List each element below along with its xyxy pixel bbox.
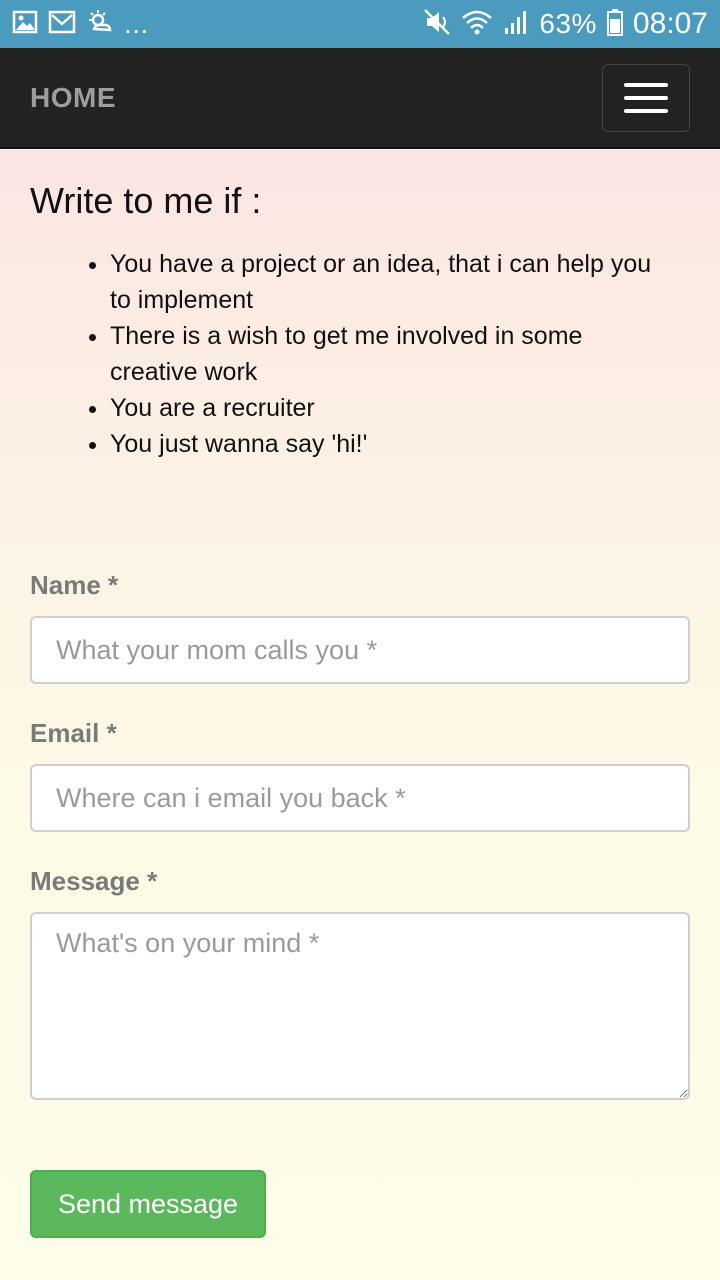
message-field[interactable] bbox=[30, 912, 690, 1100]
contact-section: Write to me if : You have a project or a… bbox=[0, 150, 720, 1280]
image-icon bbox=[12, 9, 38, 40]
more-notifications-indicator: ... bbox=[124, 8, 149, 39]
status-bar: ... 63% 08:07 bbox=[0, 0, 720, 48]
status-left: ... bbox=[12, 8, 149, 40]
list-item: There is a wish to get me involved in so… bbox=[110, 318, 670, 390]
home-link[interactable]: HOME bbox=[30, 82, 116, 114]
email-label: Email * bbox=[30, 718, 117, 748]
send-message-button[interactable]: Send message bbox=[30, 1170, 266, 1238]
hamburger-menu-icon-bar bbox=[624, 109, 668, 113]
page-title: Write to me if : bbox=[30, 180, 262, 221]
mute-icon bbox=[423, 8, 451, 41]
battery-icon bbox=[606, 8, 623, 41]
signal-icon bbox=[503, 8, 529, 41]
weather-icon bbox=[86, 9, 114, 40]
battery-percent: 63% bbox=[539, 8, 597, 39]
email-field[interactable] bbox=[30, 764, 690, 832]
mail-icon bbox=[48, 9, 76, 40]
reasons-list: You have a project or an idea, that i ca… bbox=[30, 246, 670, 462]
message-label: Message * bbox=[30, 866, 158, 896]
list-item: You have a project or an idea, that i ca… bbox=[110, 246, 670, 318]
name-label: Name * bbox=[30, 570, 119, 600]
status-right: 63% 08:07 bbox=[423, 7, 708, 41]
wifi-icon bbox=[461, 8, 493, 41]
name-field[interactable] bbox=[30, 616, 690, 684]
list-item: You are a recruiter bbox=[110, 390, 670, 426]
navbar: HOME bbox=[0, 48, 720, 149]
status-time: 08:07 bbox=[632, 7, 708, 40]
hamburger-menu-icon-bar bbox=[624, 83, 668, 87]
list-item: You just wanna say 'hi!' bbox=[110, 426, 670, 462]
hamburger-menu-button[interactable] bbox=[602, 64, 690, 132]
hamburger-menu-icon-bar bbox=[624, 96, 668, 100]
